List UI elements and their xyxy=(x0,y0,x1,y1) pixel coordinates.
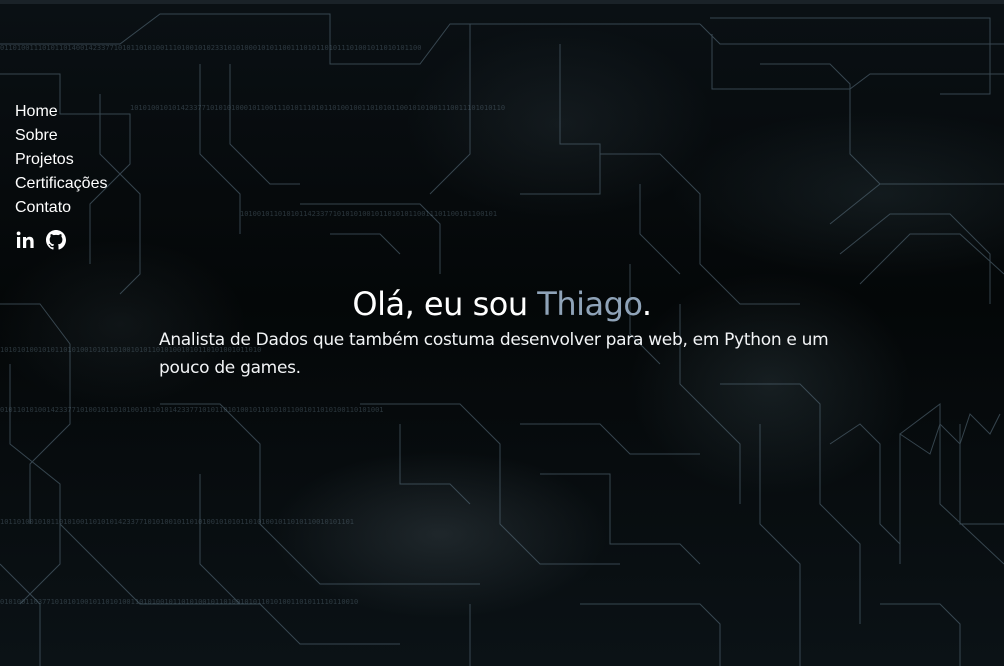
svg-text:011010011101011014001423377101: 0110100111010110140014233771010110101001… xyxy=(0,44,421,52)
svg-text:010110101001423377101001011010: 0101101010014233771010010110101001011010… xyxy=(0,406,384,414)
svg-text:101101001010110101001101010142: 1011010010101101010011010101423377101010… xyxy=(0,518,354,526)
main-nav: Home Sobre Projetos Certificações Contat… xyxy=(15,100,107,220)
svg-text:101001011010101142337710101010: 1010010110101011423377101010100101101010… xyxy=(240,210,497,218)
linkedin-icon[interactable] xyxy=(16,231,36,249)
hero-greeting: Olá, eu sou xyxy=(352,285,538,323)
nav-item-contato[interactable]: Contato xyxy=(15,196,107,220)
hero-description: Analista de Dados que também costuma des… xyxy=(159,330,829,378)
github-icon[interactable] xyxy=(46,230,66,250)
social-links xyxy=(16,230,66,250)
nav-item-certificacoes[interactable]: Certificações xyxy=(15,172,107,196)
hero-name: Thiago xyxy=(537,285,642,323)
nav-item-sobre[interactable]: Sobre xyxy=(15,124,107,148)
nav-item-home[interactable]: Home xyxy=(15,100,107,124)
hero-period: . xyxy=(641,285,652,323)
svg-text:101010010101423377101010100010: 1010100101014233771010101000101100111010… xyxy=(130,104,505,112)
svg-text:010100110377101010100101101010: 0101001103771010101001011010100110101001… xyxy=(0,598,358,606)
hero-title: Olá, eu sou Thiago. xyxy=(0,282,1004,326)
nav-item-projetos[interactable]: Projetos xyxy=(15,148,107,172)
